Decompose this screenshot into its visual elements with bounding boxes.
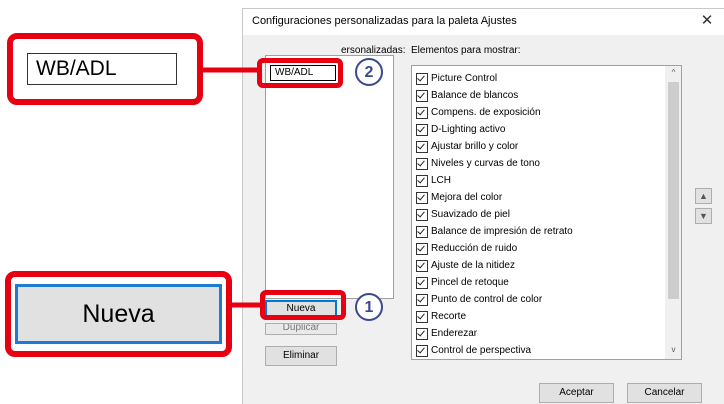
new-button-highlight	[260, 290, 346, 320]
zoomed-new-button-callout: Nueva	[5, 271, 232, 357]
step-1-badge: 1	[355, 293, 383, 321]
step-2-badge: 2	[355, 58, 383, 86]
zoomed-new-button: Nueva	[15, 284, 222, 344]
name-field-highlight	[257, 58, 343, 88]
